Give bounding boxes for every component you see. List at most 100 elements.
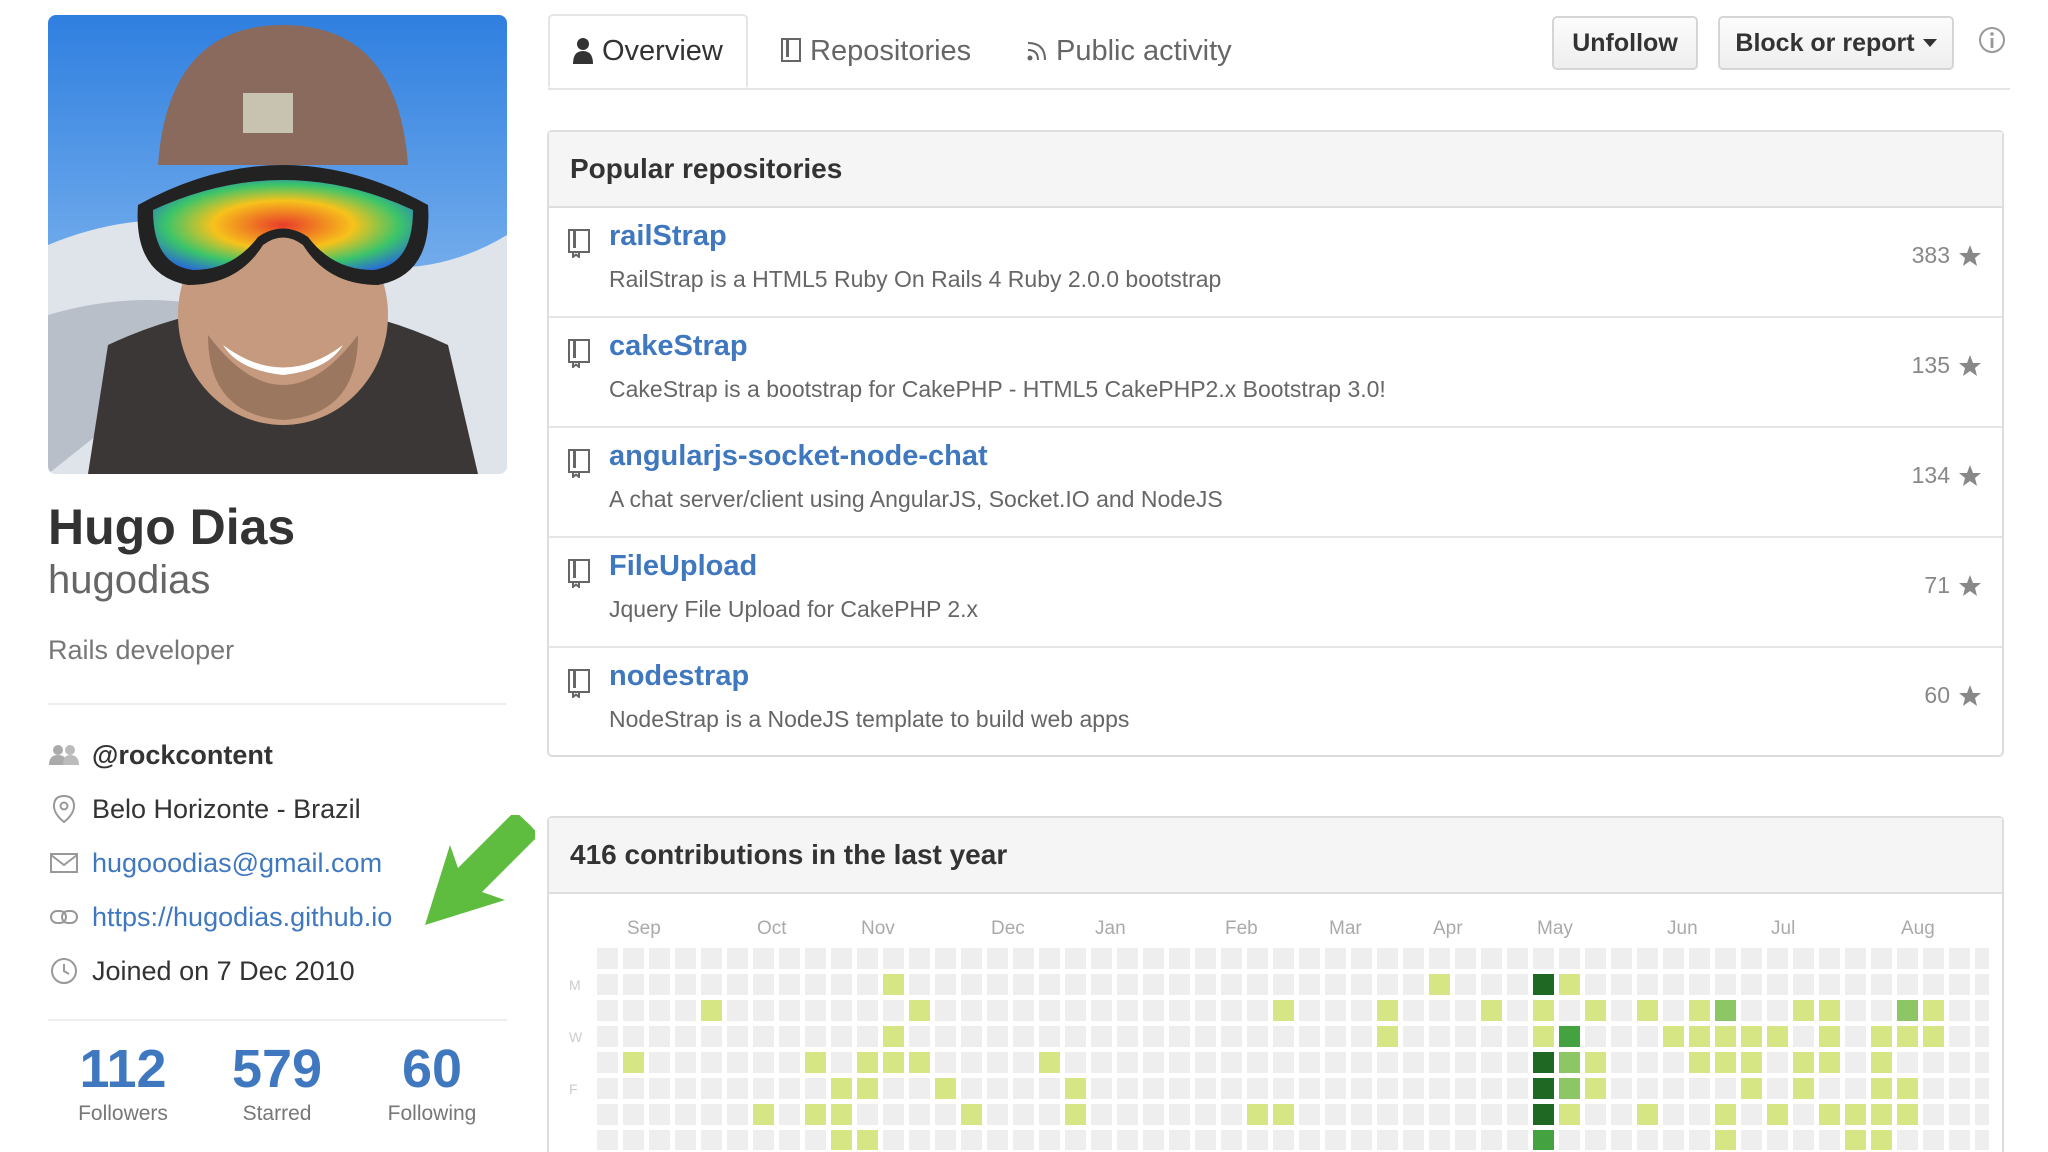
contribution-day[interactable] — [1065, 1026, 1086, 1047]
contribution-day[interactable] — [883, 1130, 904, 1150]
contribution-day[interactable] — [1559, 1052, 1580, 1073]
contribution-day[interactable] — [1429, 974, 1450, 995]
contribution-day[interactable] — [1767, 1104, 1788, 1125]
contribution-day[interactable] — [1793, 1104, 1814, 1125]
contribution-day[interactable] — [779, 1052, 800, 1073]
contribution-day[interactable] — [1091, 948, 1112, 969]
contribution-day[interactable] — [1663, 1052, 1684, 1073]
contribution-day[interactable] — [1247, 1130, 1268, 1150]
contribution-day[interactable] — [1377, 974, 1398, 995]
contribution-day[interactable] — [1975, 1026, 1989, 1047]
contribution-day[interactable] — [1013, 974, 1034, 995]
contribution-day[interactable] — [1143, 1104, 1164, 1125]
contribution-day[interactable] — [779, 1000, 800, 1021]
contribution-day[interactable] — [1507, 1130, 1528, 1150]
contribution-day[interactable] — [1039, 1052, 1060, 1073]
contribution-day[interactable] — [1975, 1052, 1989, 1073]
contribution-day[interactable] — [1039, 1000, 1060, 1021]
contribution-day[interactable] — [831, 948, 852, 969]
contribution-day[interactable] — [1845, 1052, 1866, 1073]
contribution-day[interactable] — [727, 1078, 748, 1099]
contribution-day[interactable] — [1065, 974, 1086, 995]
contribution-day[interactable] — [909, 974, 930, 995]
contribution-day[interactable] — [649, 1104, 670, 1125]
contribution-day[interactable] — [701, 1026, 722, 1047]
followers-stat[interactable]: 112 Followers — [58, 1040, 188, 1126]
contribution-day[interactable] — [1195, 1026, 1216, 1047]
contribution-day[interactable] — [1845, 948, 1866, 969]
contribution-day[interactable] — [1013, 1104, 1034, 1125]
contribution-day[interactable] — [1039, 948, 1060, 969]
contribution-day[interactable] — [1559, 1026, 1580, 1047]
contribution-day[interactable] — [623, 948, 644, 969]
contribution-day[interactable] — [831, 1000, 852, 1021]
contribution-day[interactable] — [1897, 948, 1918, 969]
contribution-day[interactable] — [909, 1026, 930, 1047]
contribution-day[interactable] — [1169, 974, 1190, 995]
contribution-day[interactable] — [1975, 1000, 1989, 1021]
contribution-day[interactable] — [1767, 1000, 1788, 1021]
contribution-day[interactable] — [1767, 974, 1788, 995]
repo-stars[interactable]: 60 — [1924, 682, 1982, 709]
contribution-day[interactable] — [1975, 1078, 1989, 1099]
contribution-day[interactable] — [1429, 948, 1450, 969]
website-row[interactable]: https://hugodias.github.io — [48, 897, 392, 937]
contribution-day[interactable] — [1871, 1104, 1892, 1125]
contribution-day[interactable] — [831, 1104, 852, 1125]
contribution-day[interactable] — [701, 1052, 722, 1073]
contribution-day[interactable] — [1247, 1052, 1268, 1073]
contribution-day[interactable] — [1273, 1026, 1294, 1047]
contribution-day[interactable] — [1923, 1000, 1944, 1021]
contribution-day[interactable] — [805, 1052, 826, 1073]
email-link[interactable]: hugooodias@gmail.com — [92, 848, 382, 879]
contribution-day[interactable] — [1819, 1078, 1840, 1099]
contribution-day[interactable] — [779, 948, 800, 969]
contribution-day[interactable] — [1715, 1078, 1736, 1099]
contribution-day[interactable] — [1845, 1104, 1866, 1125]
contribution-day[interactable] — [1793, 1130, 1814, 1150]
contribution-day[interactable] — [857, 1104, 878, 1125]
contribution-day[interactable] — [1117, 1000, 1138, 1021]
contribution-day[interactable] — [1741, 1078, 1762, 1099]
contribution-day[interactable] — [1741, 1052, 1762, 1073]
contribution-day[interactable] — [935, 1026, 956, 1047]
contribution-day[interactable] — [1559, 1078, 1580, 1099]
contribution-day[interactable] — [1637, 948, 1658, 969]
organization-row[interactable]: @rockcontent — [48, 735, 273, 775]
contribution-day[interactable] — [1221, 948, 1242, 969]
contribution-day[interactable] — [727, 1130, 748, 1150]
contribution-day[interactable] — [1429, 1026, 1450, 1047]
contribution-day[interactable] — [1351, 948, 1372, 969]
contribution-day[interactable] — [701, 974, 722, 995]
contribution-day[interactable] — [753, 1052, 774, 1073]
contribution-day[interactable] — [1715, 948, 1736, 969]
starred-stat[interactable]: 579 Starred — [212, 1040, 342, 1126]
contribution-day[interactable] — [1143, 1000, 1164, 1021]
contribution-day[interactable] — [831, 1078, 852, 1099]
contribution-day[interactable] — [1507, 1078, 1528, 1099]
contribution-day[interactable] — [1793, 974, 1814, 995]
contribution-day[interactable] — [1377, 948, 1398, 969]
contribution-day[interactable] — [1559, 1104, 1580, 1125]
tab-public-activity[interactable]: Public activity — [1026, 14, 1232, 88]
contribution-day[interactable] — [1507, 948, 1528, 969]
contribution-day[interactable] — [597, 948, 618, 969]
contribution-day[interactable] — [1897, 974, 1918, 995]
repo-name-link[interactable]: cakeStrap — [609, 330, 748, 363]
contribution-day[interactable] — [935, 1052, 956, 1073]
contribution-day[interactable] — [1117, 1078, 1138, 1099]
email-row[interactable]: hugooodias@gmail.com — [48, 843, 382, 883]
contribution-day[interactable] — [1611, 1104, 1632, 1125]
contribution-day[interactable] — [675, 1000, 696, 1021]
contribution-day[interactable] — [883, 1052, 904, 1073]
contribution-day[interactable] — [1195, 1052, 1216, 1073]
website-link[interactable]: https://hugodias.github.io — [92, 902, 392, 933]
contribution-day[interactable] — [987, 1026, 1008, 1047]
contribution-day[interactable] — [1871, 974, 1892, 995]
contribution-day[interactable] — [1299, 1052, 1320, 1073]
contribution-day[interactable] — [753, 1130, 774, 1150]
contribution-day[interactable] — [857, 1026, 878, 1047]
contribution-day[interactable] — [1429, 1104, 1450, 1125]
contribution-day[interactable] — [1663, 1130, 1684, 1150]
contribution-day[interactable] — [1715, 1104, 1736, 1125]
